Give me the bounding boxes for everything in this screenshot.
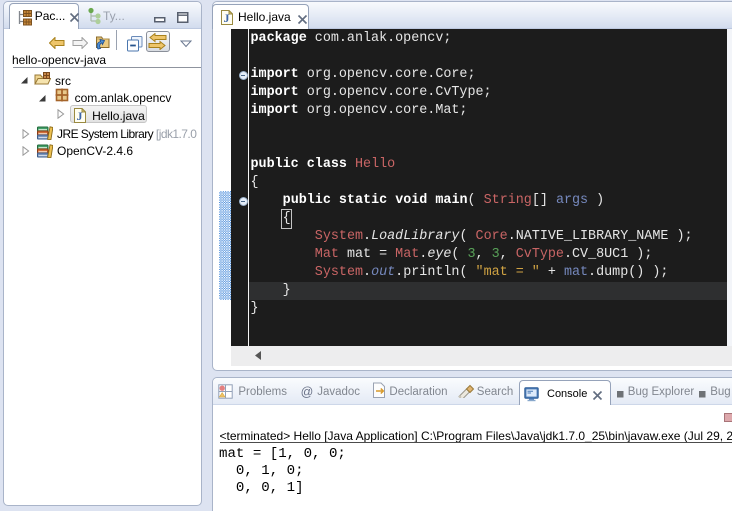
svg-text:J: J [224,11,230,25]
svg-text:J: J [77,109,83,123]
